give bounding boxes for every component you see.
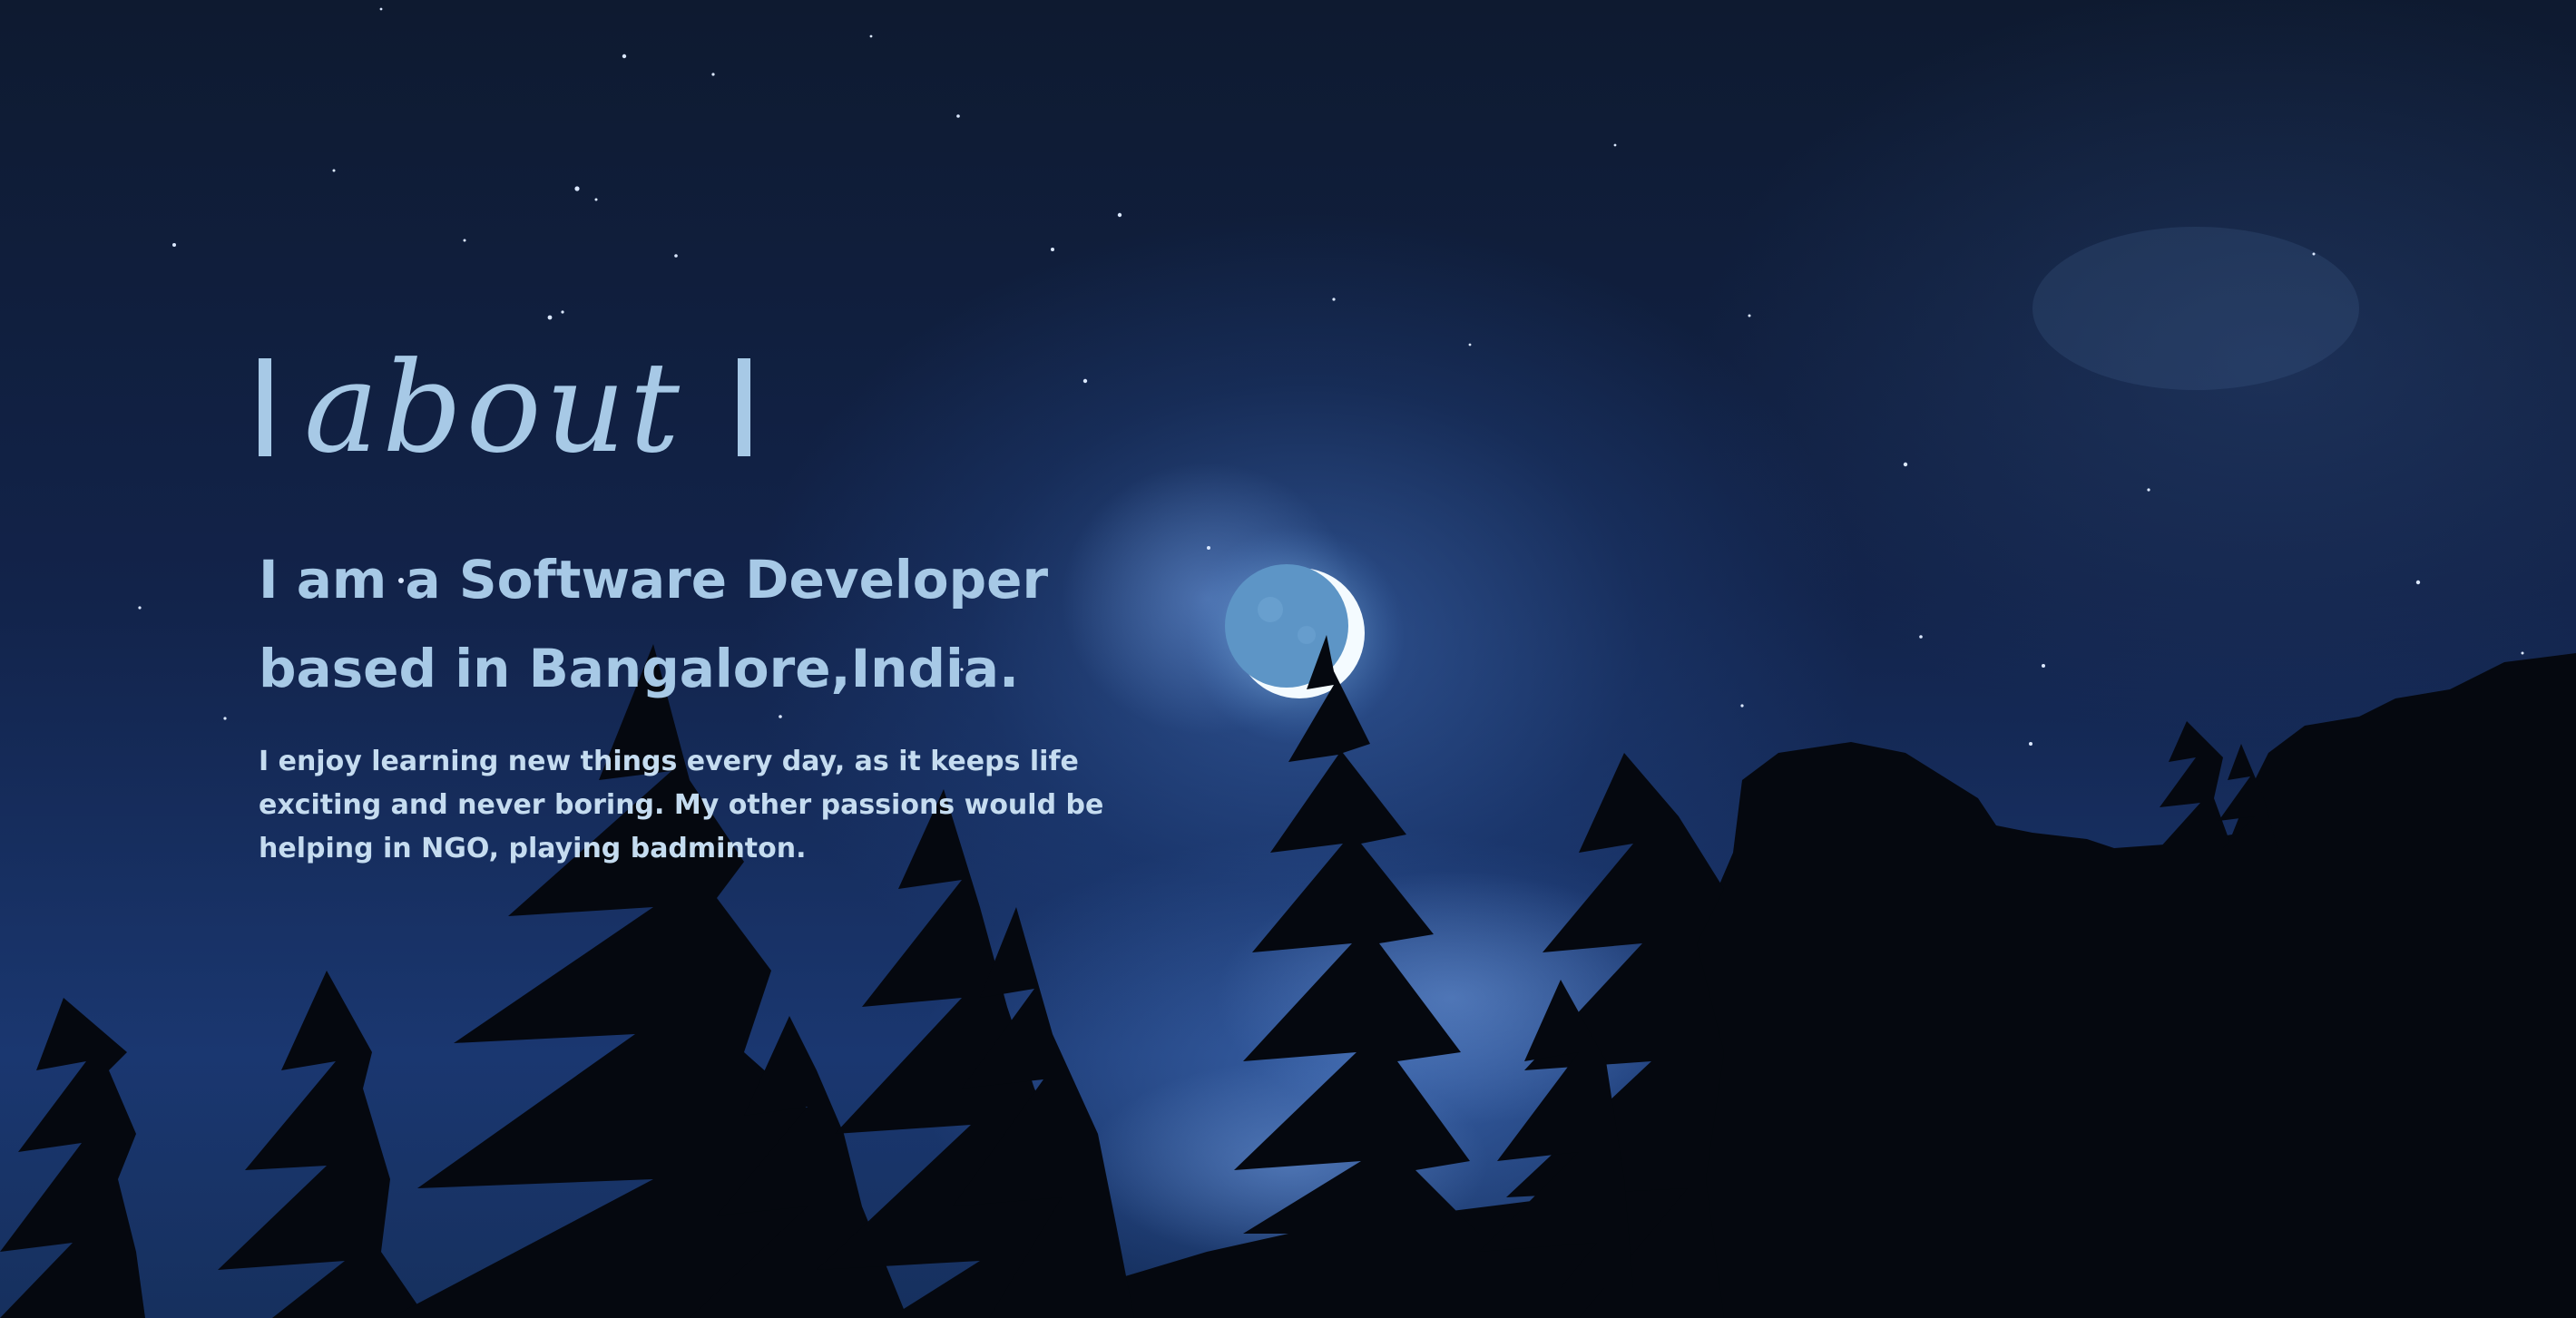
about-heading: about — [259, 336, 1257, 481]
about-content: about I am a Software Developer based in… — [259, 336, 1257, 871]
title-right-bar — [738, 358, 751, 456]
about-title-text: about — [304, 335, 684, 481]
about-bio: I enjoy learning new things every day, a… — [259, 746, 1104, 864]
about-headline: I am a Software Developer based in Banga… — [259, 549, 1049, 699]
title-left-bar — [259, 358, 271, 456]
about-section: about I am a Software Developer based in… — [0, 0, 2576, 1318]
